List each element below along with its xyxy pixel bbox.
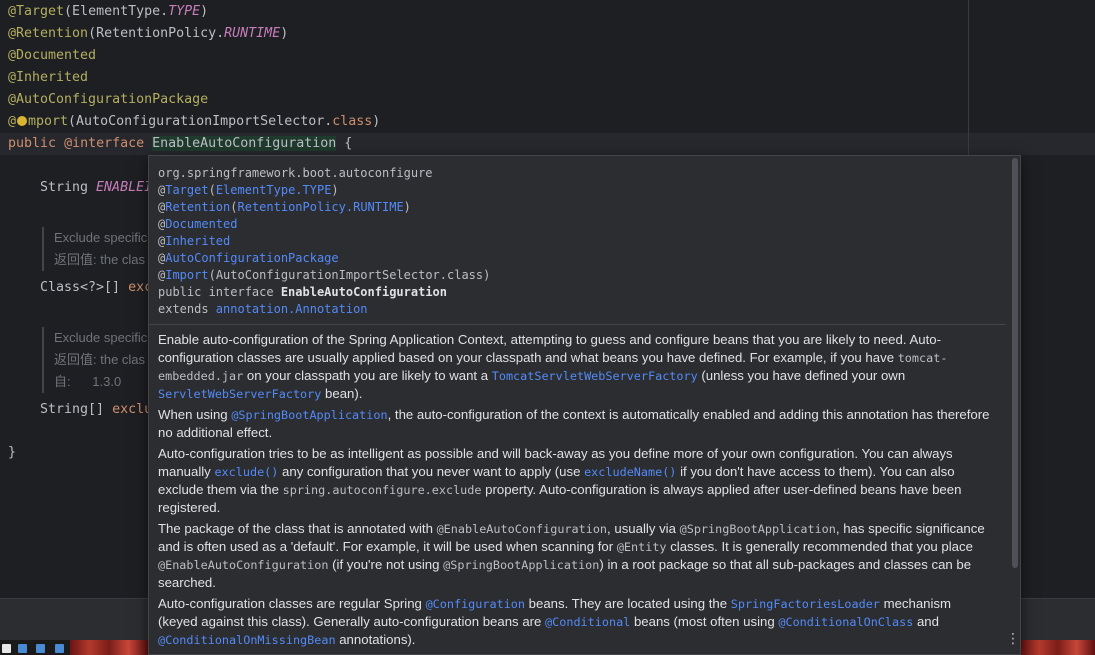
doc-link[interactable]: @ConditionalOnClass [778,615,913,629]
doc-link[interactable]: TomcatServletWebServerFactory [492,369,698,383]
code-line-declaration[interactable]: public @interface EnableAutoConfiguratio… [8,133,352,155]
inline-doc-excludename: Exclude specific 返回值: the clas 自: 1.3.0 [42,327,162,393]
enum-constant: TYPE [168,4,201,19]
code-line-retention[interactable]: @Retention(RetentionPolicy.RUNTIME) [8,23,288,45]
doc-paragraph: Enable auto-configuration of the Spring … [158,332,948,401]
doc-scrollbar[interactable] [1012,158,1018,568]
doc-link[interactable]: @Configuration [426,597,525,611]
doc-body: Enable auto-configuration of the Spring … [149,325,1020,649]
doc-annotation-package: @AutoConfigurationPackage [158,251,339,265]
code-line-documented[interactable]: @Documented [8,45,96,67]
code-line-field-excludename[interactable]: String[] exclu [40,399,152,421]
keyword: class [332,114,373,129]
doc-link[interactable]: Documented [165,217,237,231]
code-line-field-enabled[interactable]: String ENABLEI [40,177,152,199]
taskbar-app-icon[interactable] [2,644,11,653]
code-text: { [344,136,353,151]
doc-declaration: public interface EnableAutoConfiguration [158,285,447,299]
doc-annotation-import: @Import(AutoConfigurationImportSelector.… [158,268,491,282]
doc-link[interactable]: Retention [165,200,230,214]
doc-paragraph: The package of the class that is annotat… [158,521,985,590]
code-text: (RetentionPolicy. [88,26,225,41]
code-text: (AutoConfigurationImportSelector. [68,114,333,129]
code-text: (ElementType. [64,4,169,19]
annotation-target: @Target [8,4,65,19]
doc-annotation-documented: @Documented [158,217,238,231]
code-text: ) [372,114,381,129]
code-text: ) [200,4,209,19]
desktop-wallpaper [1021,640,1095,655]
doc-link[interactable]: Inherited [165,234,230,248]
quick-documentation-popup[interactable]: org.springframework.boot.autoconfigure @T… [148,155,1021,655]
annotation-at: @ [8,114,17,129]
doc-link[interactable]: @ConditionalOnMissingBean [158,633,336,647]
doc-package: org.springframework.boot.autoconfigure [158,166,433,180]
doc-link[interactable]: RetentionPolicy.RUNTIME [238,200,404,214]
doc-definition: org.springframework.boot.autoconfigure @T… [149,156,1020,324]
doc-paragraph: When using @SpringBootApplication, the a… [158,407,990,440]
doc-annotation-inherited: @Inherited [158,234,231,248]
code-line-inherited[interactable]: @Inherited [8,67,88,89]
enum-constant: RUNTIME [224,26,281,41]
keyword: public [8,136,57,151]
doc-link[interactable]: @SpringBootApplication [231,408,387,422]
doc-link[interactable]: annotation.Annotation [216,302,368,316]
doc-link[interactable]: exclude() [214,465,278,479]
field-name: exclu [112,402,153,417]
doc-text: Exclude specific [54,330,148,345]
code-line-autoconfigurationpackage[interactable]: @AutoConfigurationPackage [8,89,208,111]
code-line-target[interactable]: @Target(ElementType.TYPE) [8,1,208,23]
annotation-retention: @Retention [8,26,89,41]
code-text: ) [280,26,289,41]
doc-link[interactable]: AutoConfigurationPackage [165,251,338,265]
more-options-icon[interactable]: ⋮ [1006,632,1020,646]
taskbar-app-icon[interactable] [36,644,45,653]
doc-since: 自: 1.3.0 [54,371,162,393]
inline-doc-exclude: Exclude specific 返回值: the clas [42,227,162,271]
keyword: @interface [64,136,145,151]
doc-text: 返回值: the clas [54,352,146,367]
doc-annotation-target: @Target(ElementType.TYPE) [158,183,339,197]
field-type: String [40,180,97,195]
doc-link[interactable]: ElementType.TYPE [216,183,332,197]
doc-link[interactable]: Import [165,268,208,282]
field-type: String[] [40,402,113,417]
doc-extends: extends annotation.Annotation [158,302,368,316]
doc-type-name: EnableAutoConfiguration [280,285,447,299]
taskbar-app-icon[interactable] [18,644,27,653]
doc-annotation-retention: @Retention(RetentionPolicy.RUNTIME) [158,200,411,214]
lightbulb-icon[interactable] [17,116,28,126]
doc-text: Exclude specific [54,230,148,245]
annotation-import: mport [28,114,69,129]
code-line-import[interactable]: @ mport(AutoConfigurationImportSelector.c… [8,111,380,133]
desktop-wallpaper [70,640,148,655]
taskbar-app-icon[interactable] [55,644,64,653]
doc-since-label: 自: [54,374,71,389]
doc-link[interactable]: SpringFactoriesLoader [731,597,880,611]
doc-link[interactable]: Target [165,183,208,197]
doc-link[interactable]: excludeName() [584,465,676,479]
field-name: ENABLEI [96,180,153,195]
doc-paragraph: Auto-configuration tries to be as intell… [158,446,962,515]
doc-link[interactable]: ServletWebServerFactory [158,387,321,401]
doc-link[interactable]: @Conditional [545,615,630,629]
code-line-field-exclude[interactable]: Class<?>[] exc [40,277,152,299]
doc-text: 返回值: the clas [54,252,146,267]
doc-since-value: 1.3.0 [92,374,122,389]
field-type: Class<?>[] [40,280,129,295]
code-line-close[interactable]: } [8,442,16,464]
doc-paragraph: Auto-configuration classes are regular S… [158,596,952,647]
type-name[interactable]: EnableAutoConfiguration [152,136,337,151]
